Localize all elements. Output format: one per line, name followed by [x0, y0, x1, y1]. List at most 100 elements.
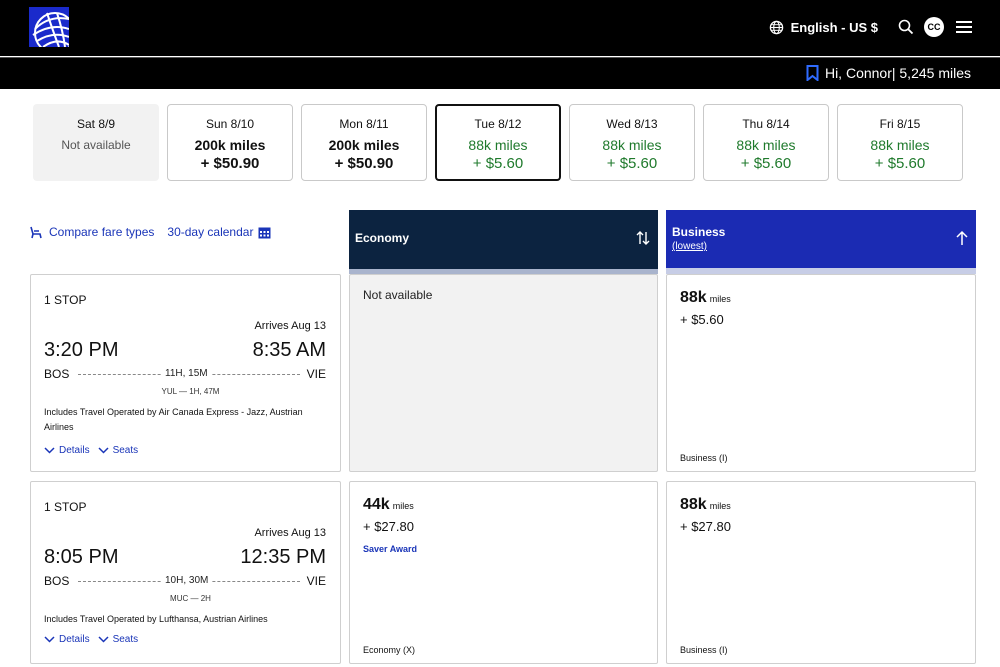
chevron-down-icon	[98, 447, 109, 454]
seats-label: Seats	[112, 445, 139, 456]
date-label: Mon 8/11	[339, 117, 389, 131]
account-greeting[interactable]: Hi, Connor| 5,245 miles	[806, 65, 971, 81]
flight-arrival-date: Arrives Aug 13	[254, 320, 326, 332]
calendar-link[interactable]: 30-day calendar	[167, 225, 271, 239]
fare-cabin: Business (I)	[680, 453, 728, 463]
seats-toggle[interactable]: Seats	[98, 634, 139, 645]
flight-duration: 10H, 30M	[161, 575, 213, 586]
date-miles: 88k miles	[736, 137, 796, 153]
language-selector[interactable]: English - US $	[769, 20, 878, 35]
operated-by: Includes Travel Operated by Lufthansa, A…	[44, 614, 268, 624]
details-label: Details	[59, 634, 90, 645]
fare-miles-value: 88k	[680, 496, 707, 513]
destination-airport: VIE	[306, 574, 326, 588]
date-label: Thu 8/14	[742, 117, 790, 131]
account-bar: Hi, Connor| 5,245 miles	[0, 57, 1000, 89]
date-option-selected[interactable]: Tue 8/12 88k miles + $5.60	[435, 104, 561, 181]
sort-icon[interactable]	[636, 230, 650, 246]
date-price: + $5.60	[740, 155, 792, 172]
search-icon[interactable]	[898, 19, 914, 35]
date-price: + $50.90	[334, 155, 394, 172]
date-miles: 88k miles	[870, 137, 930, 153]
business-lowest-link[interactable]: (lowest)	[672, 241, 707, 252]
greeting-text: Hi, Connor| 5,245 miles	[824, 65, 971, 81]
economy-fare-cell[interactable]: 44k miles + $27.80 Saver Award Economy (…	[349, 481, 658, 664]
flight-card[interactable]: 1 STOP Arrives Aug 13 8:05 PM 12:35 PM B…	[30, 481, 341, 664]
calendar-label: 30-day calendar	[167, 225, 254, 239]
menu-icon[interactable]	[956, 20, 972, 34]
business-fare-cell[interactable]: 88k miles + $27.80 Business (I)	[666, 481, 976, 664]
fare-miles-unit: miles	[392, 501, 414, 511]
business-column-header[interactable]: Business (lowest)	[666, 210, 976, 274]
fare-miles: 88k miles	[680, 496, 731, 514]
date-status: Not available	[61, 138, 131, 152]
date-price: + $5.60	[606, 155, 658, 172]
departure-time: 8:05 PM	[44, 546, 119, 568]
layover-info: YUL — 1H, 47M	[161, 387, 220, 396]
flight-stops: 1 STOP	[44, 500, 87, 514]
date-miles: 200k miles	[194, 137, 266, 153]
globe-logo-icon[interactable]	[29, 7, 69, 47]
calendar-icon	[258, 227, 271, 238]
fare-miles-value: 88k	[680, 289, 707, 306]
date-label: Wed 8/13	[606, 117, 658, 131]
layover-info: MUC — 2H	[170, 594, 211, 603]
language-label: English - US $	[790, 19, 878, 35]
economy-fare-cell: Not available	[349, 274, 658, 472]
details-toggle[interactable]: Details	[44, 634, 90, 645]
fare-miles: 88k miles	[680, 289, 731, 307]
date-label: Fri 8/15	[879, 117, 921, 131]
flight-duration: 11H, 15M	[161, 368, 212, 379]
avatar[interactable]: CC	[924, 17, 944, 37]
seats-toggle[interactable]: Seats	[98, 445, 139, 456]
globe-icon	[769, 20, 783, 34]
economy-title: Economy	[355, 231, 410, 245]
date-miles: 200k miles	[328, 137, 400, 153]
header-tools: English - US $ CC	[769, 14, 972, 40]
flight-arrival-date: Arrives Aug 13	[254, 527, 326, 539]
departure-time: 3:20 PM	[44, 339, 119, 361]
chevron-down-icon	[98, 636, 109, 643]
compare-fare-types-link[interactable]: Compare fare types	[29, 225, 154, 239]
fare-tools: Compare fare types 30-day calendar	[29, 225, 271, 239]
chevron-down-icon	[44, 636, 55, 643]
details-label: Details	[59, 445, 90, 456]
flight-actions: Details Seats	[44, 634, 146, 645]
date-label: Sun 8/10	[205, 117, 255, 131]
date-price: + $5.60	[472, 155, 524, 172]
operated-by: Includes Travel Operated by Air Canada E…	[44, 407, 303, 432]
fare-not-available: Not available	[363, 288, 433, 302]
flight-actions: Details Seats	[44, 445, 146, 456]
business-fare-cell[interactable]: 88k miles + $5.60 Business (I)	[666, 274, 976, 472]
fare-miles-unit: miles	[709, 294, 731, 304]
arrival-time: 12:35 PM	[240, 546, 326, 568]
date-price: + $50.90	[200, 155, 260, 172]
date-miles: 88k miles	[468, 137, 528, 153]
compare-fare-types-label: Compare fare types	[49, 225, 155, 239]
details-toggle[interactable]: Details	[44, 445, 90, 456]
fare-miles-unit: miles	[709, 501, 731, 511]
date-option: Sat 8/9 Not available	[33, 104, 159, 181]
fare-taxes: + $27.80	[680, 519, 731, 534]
fare-cabin: Economy (X)	[363, 645, 416, 655]
date-option[interactable]: Sun 8/10 200k miles + $50.90	[167, 104, 293, 181]
economy-column-header[interactable]: Economy	[349, 210, 658, 274]
flight-stops: 1 STOP	[44, 293, 87, 307]
date-label: Tue 8/12	[474, 117, 522, 131]
top-bar: English - US $ CC	[0, 0, 1000, 56]
date-label: Sat 8/9	[76, 117, 116, 131]
seats-label: Seats	[112, 634, 139, 645]
flight-card[interactable]: 1 STOP Arrives Aug 13 3:20 PM 8:35 AM BO…	[30, 274, 341, 472]
arrival-time: 8:35 AM	[252, 339, 326, 361]
date-option[interactable]: Fri 8/15 88k miles + $5.60	[837, 104, 963, 181]
date-strip: Sat 8/9 Not available Sun 8/10 200k mile…	[33, 104, 963, 181]
saver-award-badge: Saver Award	[363, 544, 418, 554]
business-title: Business	[672, 225, 726, 239]
fare-miles: 44k miles	[363, 496, 414, 514]
date-option[interactable]: Mon 8/11 200k miles + $50.90	[301, 104, 427, 181]
date-option[interactable]: Wed 8/13 88k miles + $5.60	[569, 104, 695, 181]
date-option[interactable]: Thu 8/14 88k miles + $5.60	[703, 104, 829, 181]
fare-miles-value: 44k	[363, 496, 390, 513]
sort-ascending-icon[interactable]	[956, 230, 968, 246]
origin-airport: BOS	[44, 367, 70, 381]
